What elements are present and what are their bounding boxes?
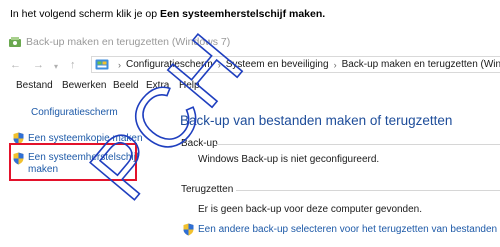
breadcrumb-system-security[interactable]: Systeem en beveiliging: [226, 59, 329, 70]
menu-edit[interactable]: Bewerken: [62, 80, 106, 91]
page-title: Back-up van bestanden maken of terugzett…: [180, 113, 453, 128]
breadcrumb-separator-icon: ›: [333, 59, 337, 70]
restore-section-header: Terugzetten: [181, 184, 234, 195]
menu-bar: Bestand Bewerken Beeld Extra Help: [0, 80, 500, 94]
control-panel-home-link[interactable]: Configuratiescherm: [31, 107, 118, 118]
restore-status-text: Er is geen back-up voor deze computer ge…: [198, 204, 423, 215]
navigation-bar: ← → ▾ ↑ › Configuratiescherm › Systeem e…: [0, 56, 500, 74]
select-other-backup-link[interactable]: Een andere back-up selecteren voor het t…: [198, 224, 497, 235]
control-panel-icon: [95, 59, 109, 70]
backup-section-header: Back-up: [181, 138, 218, 149]
restore-section-divider: [236, 190, 500, 191]
highlight-box: [9, 143, 137, 181]
backup-status-text: Windows Back-up is niet geconfigureerd.: [198, 154, 380, 165]
address-bar[interactable]: › Configuratiescherm › Systeem en beveil…: [91, 56, 500, 73]
menu-file[interactable]: Bestand: [16, 80, 53, 91]
backup-section-divider: [216, 144, 500, 145]
instruction-prefix: In het volgend scherm klik je op: [10, 8, 160, 20]
instruction-bold: Een systeemherstelschijf maken.: [160, 8, 326, 20]
instruction-text: In het volgend scherm klik je op Een sys…: [10, 8, 325, 20]
window-title: Back-up maken en terugzetten (Windows 7): [26, 36, 231, 48]
uac-shield-icon: [183, 223, 194, 236]
breadcrumb-backup-restore[interactable]: Back-up maken en terugzetten (Win: [342, 59, 500, 70]
breadcrumb-separator-icon: ›: [118, 59, 121, 70]
history-dropdown-icon[interactable]: ▾: [54, 60, 58, 74]
window-title-bar: Back-up maken en terugzetten (Windows 7): [8, 35, 230, 49]
menu-help[interactable]: Help: [179, 80, 200, 91]
menu-extra[interactable]: Extra: [146, 80, 169, 91]
up-arrow-icon[interactable]: ↑: [70, 58, 76, 72]
forward-arrow-icon[interactable]: →: [33, 58, 44, 72]
breadcrumb-separator-icon: ›: [217, 59, 221, 70]
menu-view[interactable]: Beeld: [113, 80, 139, 91]
breadcrumb-control-panel[interactable]: Configuratiescherm: [126, 59, 213, 70]
backup-app-icon: [9, 36, 21, 47]
back-arrow-icon[interactable]: ←: [10, 58, 21, 72]
